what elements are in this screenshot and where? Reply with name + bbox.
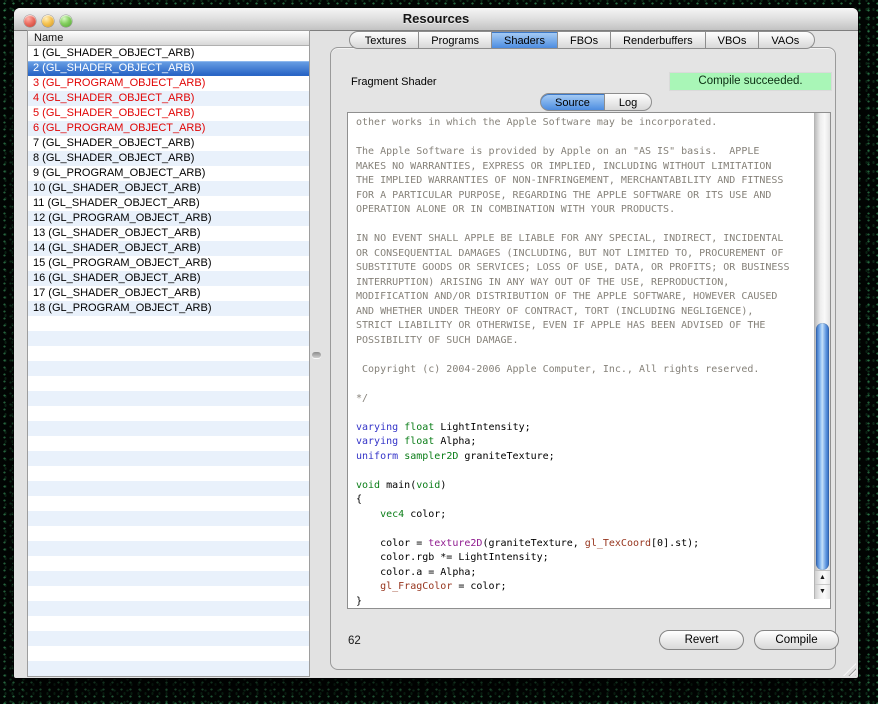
list-item[interactable]: 1 (GL_SHADER_OBJECT_ARB) (28, 46, 309, 61)
tab-bar: TexturesProgramsShadersFBOsRenderbuffers… (330, 31, 834, 49)
code-line (356, 464, 815, 479)
code-line (356, 406, 815, 421)
code-line: OPERATION ALONE OR IN COMBINATION WITH Y… (356, 203, 815, 218)
code-line: color.rgb *= LightIntensity; (356, 551, 815, 566)
tab-textures[interactable]: Textures (349, 31, 420, 49)
shader-id-label: 62 (348, 635, 361, 647)
list-item[interactable]: 9 (GL_PROGRAM_OBJECT_ARB) (28, 166, 309, 181)
list-item[interactable]: 15 (GL_PROGRAM_OBJECT_ARB) (28, 256, 309, 271)
scroll-up-arrow-icon[interactable]: ▲ (815, 571, 830, 585)
code-line (356, 377, 815, 392)
list-item[interactable]: 5 (GL_SHADER_OBJECT_ARB) (28, 106, 309, 121)
list-item[interactable]: 11 (GL_SHADER_OBJECT_ARB) (28, 196, 309, 211)
resources-window: Resources Name 1 (GL_SHADER_OBJECT_ARB)2… (14, 8, 858, 678)
list-rows: 1 (GL_SHADER_OBJECT_ARB)2 (GL_SHADER_OBJ… (28, 46, 309, 676)
tab-programs[interactable]: Programs (419, 31, 492, 49)
resource-list: Name 1 (GL_SHADER_OBJECT_ARB)2 (GL_SHADE… (27, 30, 310, 677)
shader-source-text[interactable]: other works in which the Apple Software … (348, 113, 815, 608)
editor-scrollbar[interactable]: ▲ ▼ (814, 113, 830, 599)
code-line: color = texture2D(graniteTexture, gl_Tex… (356, 537, 815, 552)
scroll-down-arrow-icon[interactable]: ▼ (815, 585, 830, 599)
list-item[interactable]: 3 (GL_PROGRAM_OBJECT_ARB) (28, 76, 309, 91)
code-line (356, 522, 815, 537)
code-line: MAKES NO WARRANTIES, EXPRESS OR IMPLIED,… (356, 160, 815, 175)
shader-source-editor[interactable]: other works in which the Apple Software … (347, 112, 831, 609)
code-line: THE IMPLIED WARRANTIES OF NON-INFRINGEME… (356, 174, 815, 189)
code-line: */ (356, 392, 815, 407)
list-column-header-name[interactable]: Name (28, 31, 309, 46)
code-line: void main(void) (356, 479, 815, 494)
title-bar[interactable]: Resources (14, 8, 858, 31)
code-line: The Apple Software is provided by Apple … (356, 145, 815, 160)
code-line: varying float LightIntensity; (356, 421, 815, 436)
code-line: uniform sampler2D graniteTexture; (356, 450, 815, 465)
splitter-handle[interactable] (312, 352, 321, 358)
list-item[interactable]: 6 (GL_PROGRAM_OBJECT_ARB) (28, 121, 309, 136)
tab-shaders[interactable]: Shaders (492, 31, 558, 49)
list-item[interactable]: 12 (GL_PROGRAM_OBJECT_ARB) (28, 211, 309, 226)
list-item[interactable]: 16 (GL_SHADER_OBJECT_ARB) (28, 271, 309, 286)
list-item[interactable]: 10 (GL_SHADER_OBJECT_ARB) (28, 181, 309, 196)
code-line (356, 218, 815, 233)
code-line (356, 348, 815, 363)
scrollbar-thumb[interactable] (816, 323, 829, 570)
code-line: vec4 color; (356, 508, 815, 523)
tab-vbos[interactable]: VBOs (706, 31, 760, 49)
code-line: Copyright (c) 2004-2006 Apple Computer, … (356, 363, 815, 378)
code-line: AND WHETHER UNDER THEORY OF CONTRACT, TO… (356, 305, 815, 320)
subtab-log[interactable]: Log (605, 93, 652, 111)
list-item[interactable]: 18 (GL_PROGRAM_OBJECT_ARB) (28, 301, 309, 316)
code-line: gl_FragColor = color; (356, 580, 815, 595)
list-item[interactable]: 17 (GL_SHADER_OBJECT_ARB) (28, 286, 309, 301)
source-log-segmented-control: SourceLog (540, 93, 652, 111)
code-line: color.a = Alpha; (356, 566, 815, 581)
list-item[interactable]: 4 (GL_SHADER_OBJECT_ARB) (28, 91, 309, 106)
list-item[interactable]: 8 (GL_SHADER_OBJECT_ARB) (28, 151, 309, 166)
code-line: STRICT LIABILITY OR OTHERWISE, EVEN IF A… (356, 319, 815, 334)
tab-renderbuffers[interactable]: Renderbuffers (611, 31, 706, 49)
resize-grip-icon[interactable] (843, 663, 856, 676)
code-line: INTERRUPTION) ARISING IN ANY WAY OUT OF … (356, 276, 815, 291)
tab-vaos[interactable]: VAOs (759, 31, 815, 49)
list-item[interactable]: 2 (GL_SHADER_OBJECT_ARB) (28, 61, 309, 76)
shader-type-label: Fragment Shader (351, 76, 437, 88)
list-item[interactable]: 14 (GL_SHADER_OBJECT_ARB) (28, 241, 309, 256)
code-line: POSSIBILITY OF SUCH DAMAGE. (356, 334, 815, 349)
code-line: OR CONSEQUENTIAL DAMAGES (INCLUDING, BUT… (356, 247, 815, 262)
code-line: MODIFICATION AND/OR DISTRIBUTION OF THE … (356, 290, 815, 305)
code-line: SUBSTITUTE GOODS OR SERVICES; LOSS OF US… (356, 261, 815, 276)
list-item[interactable]: 13 (GL_SHADER_OBJECT_ARB) (28, 226, 309, 241)
list-item[interactable]: 7 (GL_SHADER_OBJECT_ARB) (28, 136, 309, 151)
compile-button[interactable]: Compile (754, 630, 839, 650)
code-line: IN NO EVENT SHALL APPLE BE LIABLE FOR AN… (356, 232, 815, 247)
code-line (356, 131, 815, 146)
code-line: } (356, 595, 815, 609)
code-line: varying float Alpha; (356, 435, 815, 450)
tab-fbos[interactable]: FBOs (558, 31, 611, 49)
scrollbar-arrows: ▲ ▼ (815, 570, 830, 599)
subtab-source[interactable]: Source (540, 93, 605, 111)
code-line: { (356, 493, 815, 508)
code-line: FOR A PARTICULAR PURPOSE, REGARDING THE … (356, 189, 815, 204)
window-title: Resources (14, 11, 858, 26)
compile-status-badge: Compile succeeded. (669, 72, 832, 91)
code-line: other works in which the Apple Software … (356, 116, 815, 131)
revert-button[interactable]: Revert (659, 630, 744, 650)
